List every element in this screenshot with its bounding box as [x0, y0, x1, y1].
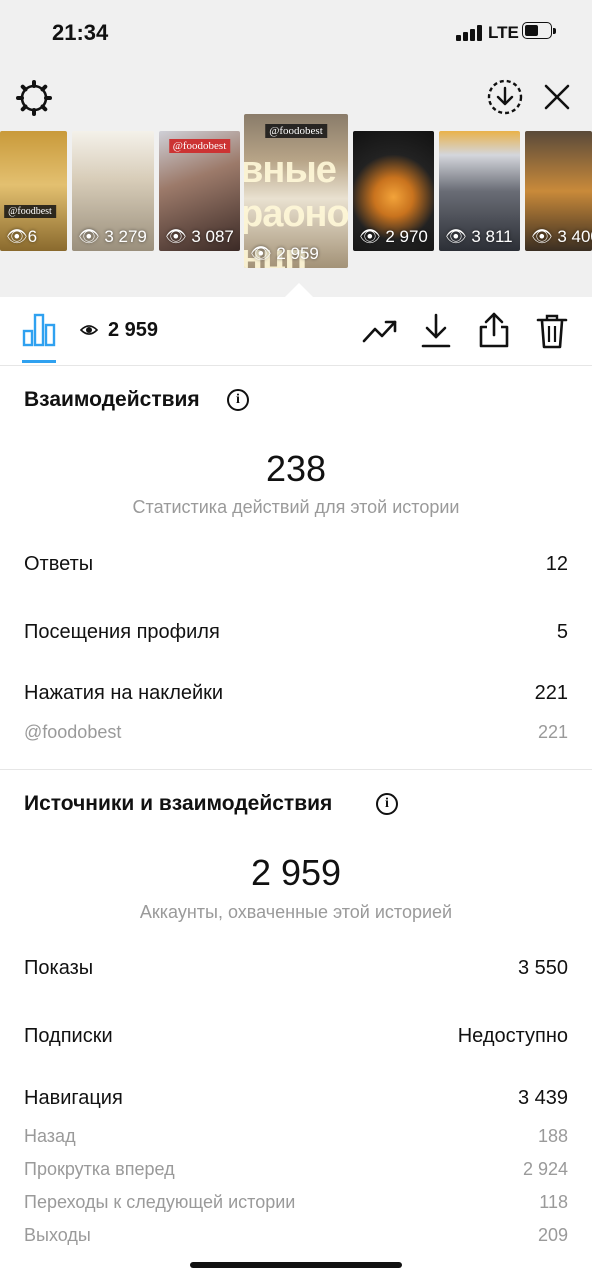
trash-icon[interactable] — [536, 313, 568, 349]
interactions-total: 238 — [265, 448, 327, 489]
info-icon[interactable]: i — [376, 793, 398, 815]
nav-row-next-story: Переходы к следующей истории 118 — [24, 1192, 568, 1212]
download-circle-icon[interactable] — [486, 78, 524, 116]
nav-row-back: Назад 188 — [24, 1126, 568, 1146]
trending-icon[interactable] — [362, 317, 398, 345]
view-count: 2 959 — [108, 319, 159, 341]
story-view-count: 👁 3 811 — [445, 227, 513, 246]
reach-total: 2 959 — [250, 852, 342, 893]
story-thumbnail[interactable]: @foodbest 👁6 — [0, 131, 67, 251]
story-thumbnail-selected[interactable]: @foodobest вные раоно нцп 👁 2 959 — [244, 114, 348, 268]
story-thumbnail[interactable]: 👁 3 400 — [525, 131, 592, 251]
close-icon[interactable] — [540, 80, 574, 114]
eye-icon: 👁 — [531, 227, 553, 246]
nav-row-exits: Выходы 209 — [24, 1225, 568, 1245]
story-tag: @foodobest — [265, 124, 327, 138]
signal-icon — [456, 25, 484, 41]
story-view-count: 👁 3 279 — [78, 227, 147, 246]
info-icon[interactable]: i — [227, 389, 249, 411]
story-view-count: 👁 2 959 — [250, 244, 319, 263]
active-tab-indicator — [22, 360, 56, 363]
story-view-count: 👁 3 400 — [531, 227, 592, 246]
stat-row-impressions: Показы 3 550 — [24, 957, 568, 979]
eye-icon — [80, 325, 98, 335]
nav-row-forward: Прокрутка вперед 2 924 — [24, 1159, 568, 1179]
eye-icon: 👁 — [6, 227, 28, 246]
battery-icon — [522, 22, 556, 41]
interactions-subtitle: Статистика действий для этой истории — [132, 497, 460, 517]
insights-toolbar: 2 959 — [0, 297, 592, 366]
story-view-count: 👁6 — [6, 227, 38, 246]
story-thumbnail[interactable]: @foodobest 👁 3 087 — [159, 131, 240, 251]
reach-subtitle: Аккаунты, охваченные этой историей — [139, 902, 453, 922]
eye-icon: 👁 — [445, 227, 467, 246]
share-icon[interactable] — [478, 311, 510, 349]
story-tag: @foodbest — [4, 205, 56, 218]
story-view-count: 👁 3 087 — [165, 227, 234, 246]
bar-chart-icon[interactable] — [22, 311, 56, 347]
stat-row-navigation: Навигация 3 439 — [24, 1087, 568, 1109]
section-divider — [0, 769, 592, 770]
story-thumbnail[interactable]: 👁 3 279 — [72, 131, 154, 251]
gear-icon[interactable] — [14, 78, 54, 118]
home-indicator[interactable] — [190, 1262, 402, 1268]
status-bar: 21:34 LTE — [0, 0, 592, 66]
eye-icon: 👁 — [165, 227, 187, 246]
network-type: LTE — [488, 23, 519, 42]
stat-row-follows: Подписки Недоступно — [24, 1025, 568, 1047]
section-title-sources: Источники и взаимодействия — [24, 792, 333, 815]
status-time: 21:34 — [52, 20, 109, 45]
stat-row-replies: Ответы 12 — [24, 553, 568, 575]
stat-row-sticker-detail: @foodobest 221 — [24, 722, 568, 742]
selected-pointer — [285, 283, 313, 297]
story-tag: @foodobest — [168, 139, 231, 153]
stat-row-profile-visits: Посещения профиля 5 — [24, 621, 568, 643]
story-thumbnail[interactable]: 👁 3 811 — [439, 131, 520, 251]
stat-row-sticker-taps: Нажатия на наклейки 221 — [24, 682, 568, 704]
section-title-interactions: Взаимодействия — [24, 388, 200, 411]
eye-icon: 👁 — [359, 227, 381, 246]
download-icon[interactable] — [420, 313, 452, 349]
eye-icon: 👁 — [250, 244, 272, 263]
story-thumbnail[interactable]: 👁 2 970 — [353, 131, 434, 251]
eye-icon: 👁 — [78, 227, 100, 246]
story-view-count: 👁 2 970 — [359, 227, 428, 246]
